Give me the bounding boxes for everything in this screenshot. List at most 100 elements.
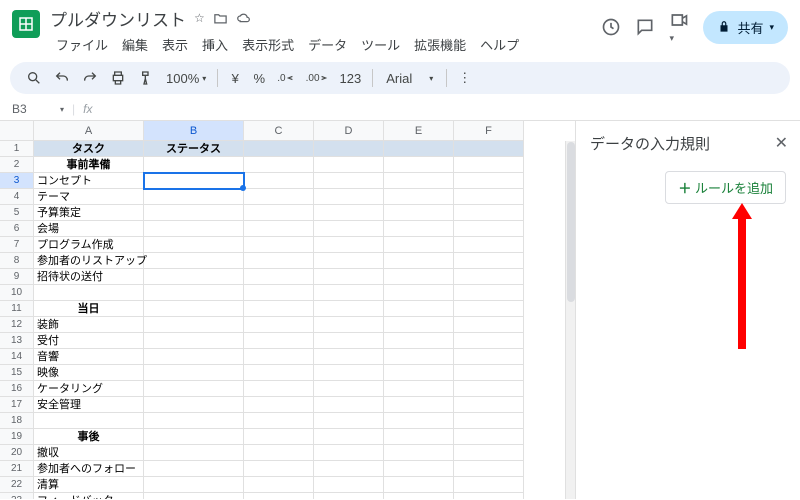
cell-C18[interactable] (244, 413, 314, 429)
cell-D6[interactable] (314, 221, 384, 237)
select-all-corner[interactable] (0, 121, 34, 141)
cell-B15[interactable] (144, 365, 244, 381)
cell-A22[interactable]: 清算 (34, 477, 144, 493)
cell-E15[interactable] (384, 365, 454, 381)
cell-D16[interactable] (314, 381, 384, 397)
cell-B10[interactable] (144, 285, 244, 301)
cell-F23[interactable] (454, 493, 524, 499)
cell-A18[interactable] (34, 413, 144, 429)
cell-B7[interactable] (144, 237, 244, 253)
cell-D13[interactable] (314, 333, 384, 349)
cell-C2[interactable] (244, 157, 314, 173)
row-header-19[interactable]: 19 (0, 429, 34, 445)
col-header-B[interactable]: B (144, 121, 244, 141)
cell-F5[interactable] (454, 205, 524, 221)
currency-button[interactable]: ¥ (225, 67, 245, 90)
meet-icon[interactable]: ▾ (669, 10, 689, 44)
row-header-8[interactable]: 8 (0, 253, 34, 269)
col-header-D[interactable]: D (314, 121, 384, 141)
row-header-11[interactable]: 11 (0, 301, 34, 317)
add-rule-button[interactable]: ＋ ルールを追加 (665, 171, 786, 204)
search-icon[interactable] (22, 66, 46, 90)
cell-C20[interactable] (244, 445, 314, 461)
cell-F21[interactable] (454, 461, 524, 477)
cell-E7[interactable] (384, 237, 454, 253)
cell-B22[interactable] (144, 477, 244, 493)
cell-B16[interactable] (144, 381, 244, 397)
cell-F11[interactable] (454, 301, 524, 317)
col-header-A[interactable]: A (34, 121, 144, 141)
cell-C16[interactable] (244, 381, 314, 397)
cell-F22[interactable] (454, 477, 524, 493)
comment-icon[interactable] (635, 17, 655, 37)
menu-ファイル[interactable]: ファイル (50, 33, 114, 56)
cell-A3[interactable]: コンセプト (34, 173, 144, 189)
percent-button[interactable]: % (249, 67, 269, 90)
row-header-4[interactable]: 4 (0, 189, 34, 205)
cell-B9[interactable] (144, 269, 244, 285)
increase-decimal-button[interactable]: .00 (302, 69, 332, 88)
cell-E2[interactable] (384, 157, 454, 173)
row-header-2[interactable]: 2 (0, 157, 34, 173)
cell-B17[interactable] (144, 397, 244, 413)
cell-A16[interactable]: ケータリング (34, 381, 144, 397)
cell-E17[interactable] (384, 397, 454, 413)
cell-D11[interactable] (314, 301, 384, 317)
row-header-10[interactable]: 10 (0, 285, 34, 301)
cell-D4[interactable] (314, 189, 384, 205)
cell-E19[interactable] (384, 429, 454, 445)
name-box[interactable]: B3 (12, 102, 52, 116)
row-header-22[interactable]: 22 (0, 477, 34, 493)
cell-A12[interactable]: 装飾 (34, 317, 144, 333)
print-icon[interactable] (106, 66, 130, 90)
star-icon[interactable]: ☆ (194, 11, 205, 26)
cell-D8[interactable] (314, 253, 384, 269)
cell-A4[interactable]: テーマ (34, 189, 144, 205)
menu-データ[interactable]: データ (302, 33, 353, 56)
cell-D10[interactable] (314, 285, 384, 301)
cell-A20[interactable]: 撤収 (34, 445, 144, 461)
cell-E14[interactable] (384, 349, 454, 365)
cell-C14[interactable] (244, 349, 314, 365)
cell-F16[interactable] (454, 381, 524, 397)
row-header-9[interactable]: 9 (0, 269, 34, 285)
cell-F17[interactable] (454, 397, 524, 413)
cell-F18[interactable] (454, 413, 524, 429)
zoom-select[interactable]: 100%▾ (162, 67, 210, 90)
cell-E18[interactable] (384, 413, 454, 429)
cell-D14[interactable] (314, 349, 384, 365)
cell-E22[interactable] (384, 477, 454, 493)
cell-D12[interactable] (314, 317, 384, 333)
cell-E4[interactable] (384, 189, 454, 205)
cell-D7[interactable] (314, 237, 384, 253)
cell-B14[interactable] (144, 349, 244, 365)
cell-C12[interactable] (244, 317, 314, 333)
cell-F3[interactable] (454, 173, 524, 189)
cell-C11[interactable] (244, 301, 314, 317)
cell-C21[interactable] (244, 461, 314, 477)
cell-A23[interactable]: フィードバック (34, 493, 144, 499)
redo-icon[interactable] (78, 66, 102, 90)
cell-C4[interactable] (244, 189, 314, 205)
row-header-1[interactable]: 1 (0, 141, 34, 157)
cell-E6[interactable] (384, 221, 454, 237)
cell-C9[interactable] (244, 269, 314, 285)
row-header-18[interactable]: 18 (0, 413, 34, 429)
cell-C13[interactable] (244, 333, 314, 349)
cell-A7[interactable]: プログラム作成 (34, 237, 144, 253)
cell-A19[interactable]: 事後 (34, 429, 144, 445)
cell-D15[interactable] (314, 365, 384, 381)
cell-C3[interactable] (244, 173, 314, 189)
cell-B6[interactable] (144, 221, 244, 237)
share-button[interactable]: 共有 ▾ (703, 11, 788, 44)
cell-F4[interactable] (454, 189, 524, 205)
row-header-15[interactable]: 15 (0, 365, 34, 381)
cell-F6[interactable] (454, 221, 524, 237)
row-header-12[interactable]: 12 (0, 317, 34, 333)
close-icon[interactable]: ✕ (775, 133, 788, 153)
sheets-logo[interactable] (12, 10, 40, 38)
cell-C22[interactable] (244, 477, 314, 493)
cell-B23[interactable] (144, 493, 244, 499)
row-header-23[interactable]: 23 (0, 493, 34, 499)
cell-D3[interactable] (314, 173, 384, 189)
